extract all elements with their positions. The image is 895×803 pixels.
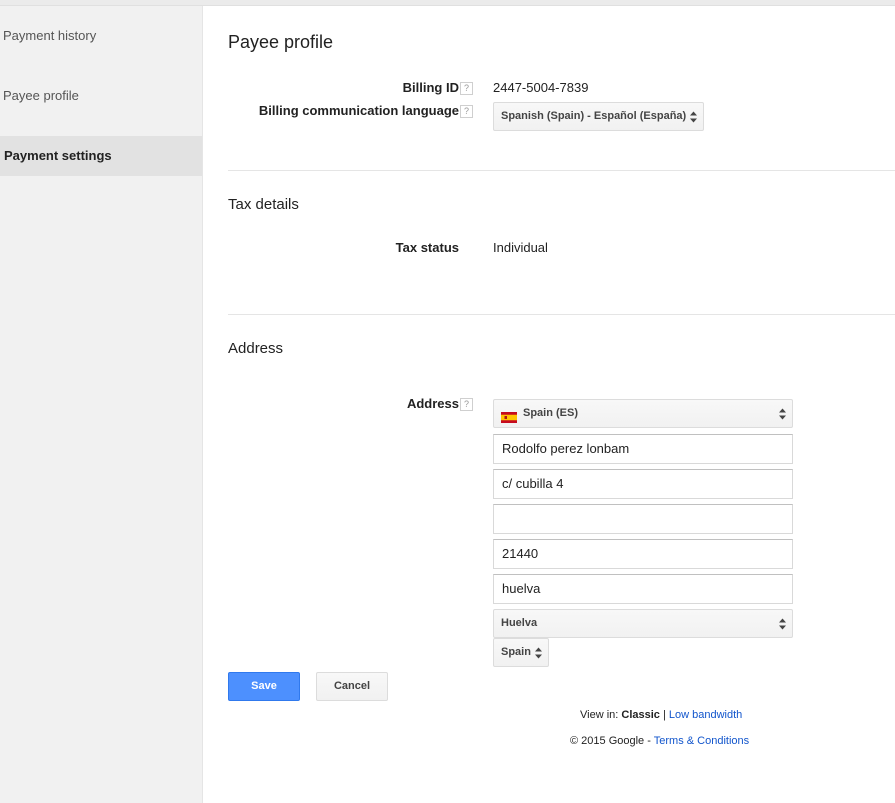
billing-id-value: 2447-5004-7839: [493, 80, 589, 95]
name-field[interactable]: Rodolfo perez lonbam: [493, 434, 793, 464]
country-select-value: Spain (ES): [523, 407, 579, 419]
address-heading: Address: [228, 340, 284, 357]
divider: [228, 314, 895, 315]
sidebar-item-payee-profile[interactable]: Payee profile: [0, 76, 202, 116]
page-title: Payee profile: [228, 32, 334, 52]
terms-link[interactable]: Terms & Conditions: [654, 735, 749, 747]
city-field[interactable]: huelva: [493, 574, 793, 604]
main-content: Payee profile Billing ID ? 2447-5004-783…: [203, 6, 895, 803]
view-in-bar: View in: Classic | Low bandwidth: [580, 709, 742, 721]
province-select-value: Huelva: [501, 617, 538, 629]
tax-status-label: Tax status: [395, 240, 459, 255]
low-bandwidth-link[interactable]: Low bandwidth: [669, 709, 742, 721]
province-select[interactable]: Huelva: [493, 609, 793, 638]
postal-code-field[interactable]: 21440: [493, 539, 793, 569]
billing-id-label: Billing ID: [402, 80, 459, 95]
language-select-value: Spanish (Spain) - Español (España): [501, 110, 687, 122]
save-button[interactable]: Save: [228, 672, 300, 701]
sidebar-item-payment-history[interactable]: Payment history: [0, 16, 202, 56]
footer-divider: |: [662, 709, 666, 721]
language-select[interactable]: Spanish (Spain) - Español (España): [493, 102, 704, 131]
help-icon[interactable]: ?: [460, 398, 473, 411]
cancel-button[interactable]: Cancel: [316, 672, 388, 701]
view-in-label: View in:: [580, 709, 619, 721]
updown-arrows-icon: [535, 647, 542, 658]
country-short-select[interactable]: Spain: [493, 638, 549, 667]
tax-details-heading: Tax details: [228, 196, 299, 213]
divider: [228, 170, 895, 171]
help-icon[interactable]: ?: [460, 105, 473, 118]
tax-status-value: Individual: [493, 240, 548, 255]
sidebar-item-payment-settings[interactable]: Payment settings: [0, 136, 202, 176]
updown-arrows-icon: [779, 618, 786, 629]
spain-flag-icon: [501, 407, 517, 423]
country-short-select-value: Spain: [501, 646, 531, 658]
language-label: Billing communication language: [258, 103, 459, 118]
street-line2-field[interactable]: [493, 504, 793, 534]
classic-view-current: Classic: [621, 709, 660, 721]
help-icon[interactable]: ?: [460, 82, 473, 95]
address-label: Address: [406, 396, 459, 411]
updown-arrows-icon: [690, 111, 697, 122]
street-field[interactable]: c/ cubilla 4: [493, 469, 793, 499]
sidebar: Payment history Payee profile Payment se…: [0, 6, 203, 803]
copyright-bar: © 2015 Google - Terms & Conditions: [570, 735, 749, 747]
updown-arrows-icon: [779, 408, 786, 419]
country-select[interactable]: Spain (ES): [493, 399, 793, 428]
copyright-text: © 2015 Google -: [570, 735, 651, 747]
